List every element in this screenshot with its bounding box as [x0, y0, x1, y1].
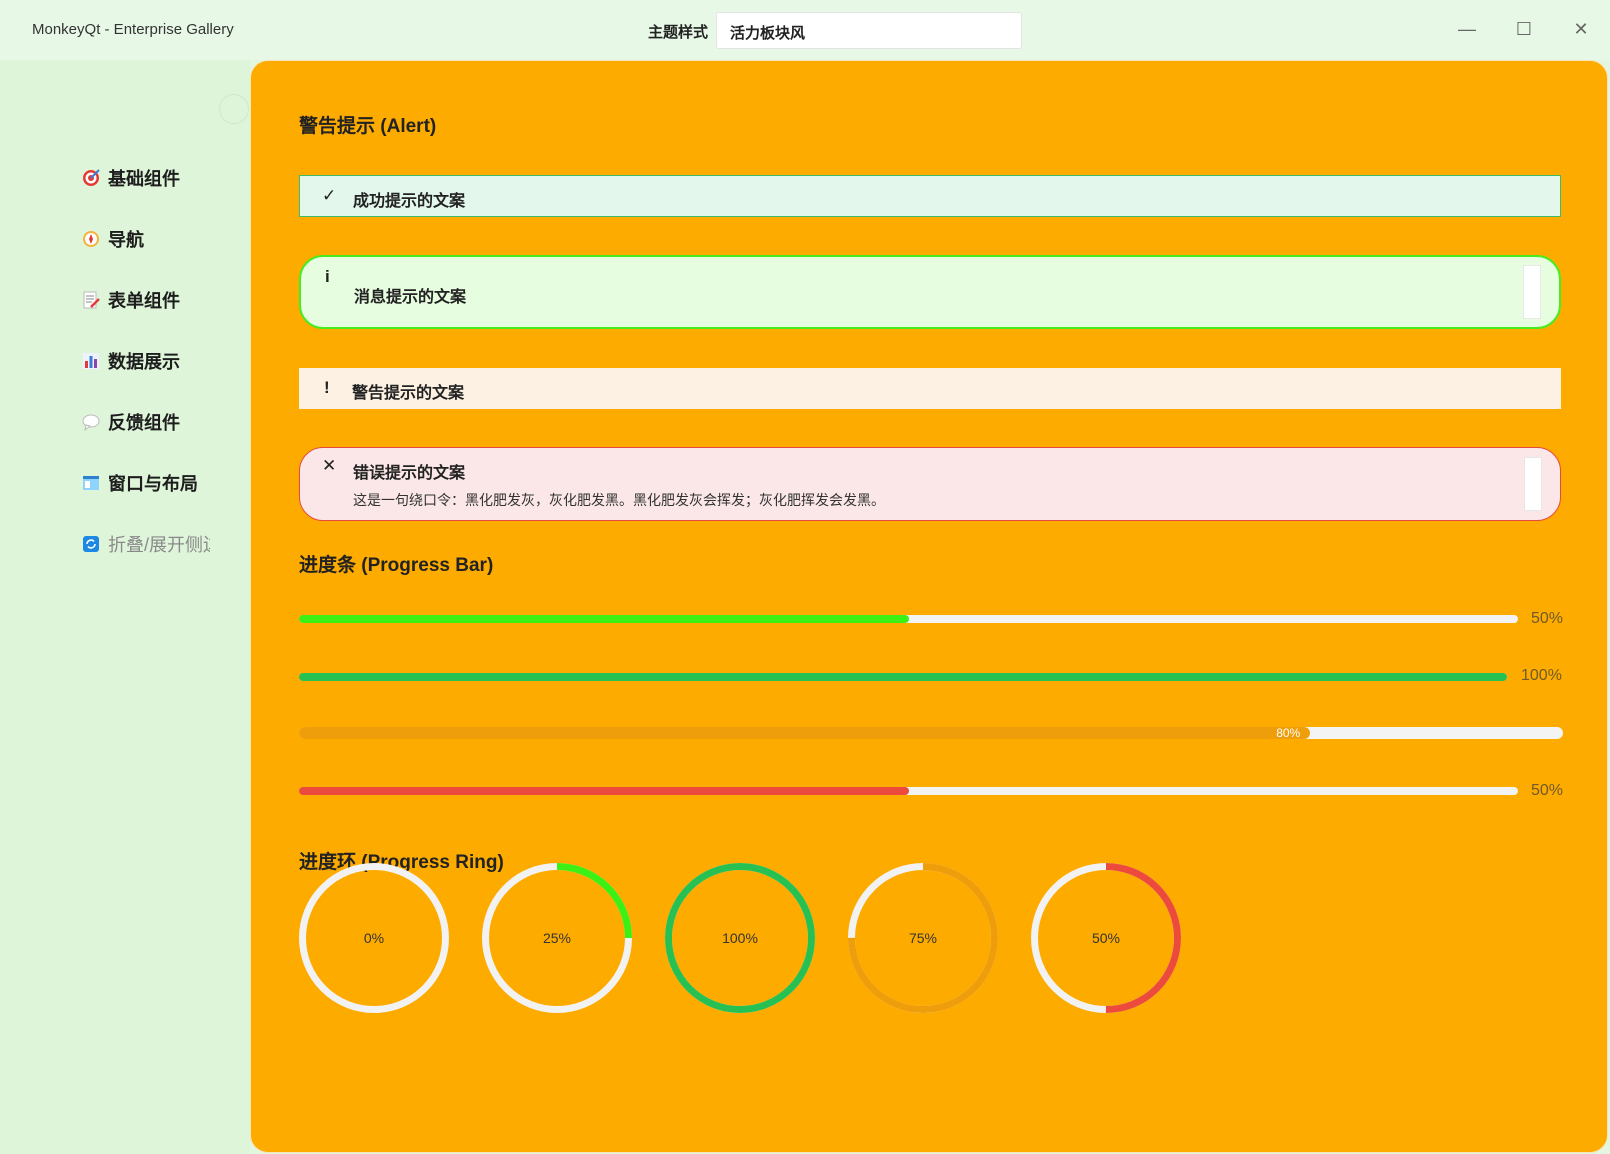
sidebar-item-form[interactable]: 表单组件 [82, 286, 180, 314]
warning-alert: ! 警告提示的文案 [299, 368, 1561, 409]
alert-title: 成功提示的文案 [353, 193, 466, 210]
sidebar-toggle-collapse[interactable]: 折叠/展开侧边 [82, 530, 210, 558]
target-icon [82, 169, 100, 187]
sidebar-item-label: 数据展示 [108, 352, 180, 372]
sidebar-collapse-handle[interactable] [219, 94, 249, 124]
compass-icon [82, 230, 100, 248]
ring-value: 25% [542, 930, 572, 946]
success-alert: ✓ 成功提示的文案 [299, 175, 1561, 217]
progress-ring-1: 25% [482, 863, 632, 1013]
sidebar-item-feedback[interactable]: 反馈组件 [82, 408, 180, 436]
progress-value: 50% [1531, 610, 1564, 627]
sidebar-item-navigation[interactable]: 导航 [82, 225, 144, 253]
alert-close-slot[interactable] [1524, 457, 1542, 511]
progress-bar-1 [299, 673, 1507, 681]
minimize-button[interactable]: — [1455, 17, 1479, 41]
progress-ring-2: 100% [665, 863, 815, 1013]
sidebar-item-label: 表单组件 [108, 291, 180, 311]
sidebar-item-label: 导航 [108, 230, 144, 250]
maximize-button[interactable]: ☐ [1512, 17, 1536, 41]
sidebar-item-label: 基础组件 [108, 169, 180, 189]
sidebar-item-label: 窗口与布局 [108, 474, 198, 494]
progress-fill [299, 727, 1311, 739]
sidebar-item-basic[interactable]: 基础组件 [82, 164, 180, 192]
sidebar: 基础组件 导航 表单组件 数据展示 反馈组件 窗口与布局 折叠/展开侧边 [0, 60, 250, 1154]
close-button[interactable]: ✕ [1569, 17, 1593, 41]
sidebar-item-label: 折叠/展开侧边 [108, 535, 210, 555]
refresh-icon [82, 535, 100, 553]
progress-value: 100% [1521, 667, 1562, 684]
progress-bar-0 [299, 615, 1518, 623]
content-panel: 警告提示 (Alert) ✓ 成功提示的文案 i 消息提示的文案 ! 警告提示的… [250, 60, 1608, 1153]
window-icon [82, 474, 100, 492]
progress-ring-0: 0% [299, 863, 449, 1013]
sidebar-item-data-display[interactable]: 数据展示 [82, 347, 180, 375]
close-icon: ✕ [322, 456, 337, 475]
check-icon: ✓ [322, 186, 337, 205]
alert-title: 错误提示的文案 [353, 465, 466, 482]
bar-chart-icon [82, 352, 100, 370]
memo-icon [82, 291, 100, 309]
error-alert: ✕ 错误提示的文案 这是一句绕口令：黑化肥发灰，灰化肥发黑。黑化肥发灰会挥发；灰… [299, 447, 1561, 521]
app-title: MonkeyQt - Enterprise Gallery [32, 21, 234, 38]
progress-bar-3 [299, 787, 1518, 795]
sidebar-item-window-layout[interactable]: 窗口与布局 [82, 469, 198, 497]
progress-bar-2: 80% [299, 726, 1563, 740]
info-alert: i 消息提示的文案 [299, 255, 1561, 329]
progress-inner-value: 80% [1276, 726, 1301, 740]
ring-value: 50% [1091, 930, 1121, 946]
theme-style-select[interactable]: 活力板块风 [716, 12, 1022, 49]
ring-value: 75% [908, 930, 938, 946]
progress-fill [299, 787, 909, 795]
progress-fill [299, 615, 909, 623]
ring-value: 0% [363, 930, 385, 946]
alert-description: 这是一句绕口令：黑化肥发灰，灰化肥发黑。黑化肥发灰会挥发；灰化肥挥发会发黑。 [353, 492, 885, 508]
alert-title: 消息提示的文案 [354, 289, 467, 306]
title-bar: MonkeyQt - Enterprise Gallery 主题样式 活力板块风… [0, 0, 1610, 60]
theme-style-label: 主题样式 [648, 24, 709, 41]
progress-bar-section-title: 进度条 (Progress Bar) [299, 555, 494, 576]
progress-fill [299, 673, 1507, 681]
progress-value: 50% [1531, 782, 1564, 799]
exclamation-icon: ! [324, 378, 330, 397]
ring-value: 100% [722, 930, 758, 946]
alert-title: 警告提示的文案 [352, 385, 465, 402]
alert-close-slot[interactable] [1523, 265, 1541, 319]
alert-section-title: 警告提示 (Alert) [299, 116, 437, 137]
speech-bubble-icon [82, 413, 100, 431]
sidebar-item-label: 反馈组件 [108, 413, 180, 433]
progress-ring-4: 50% [1031, 863, 1181, 1013]
progress-ring-3: 75% [848, 863, 998, 1013]
info-icon: i [325, 267, 330, 286]
